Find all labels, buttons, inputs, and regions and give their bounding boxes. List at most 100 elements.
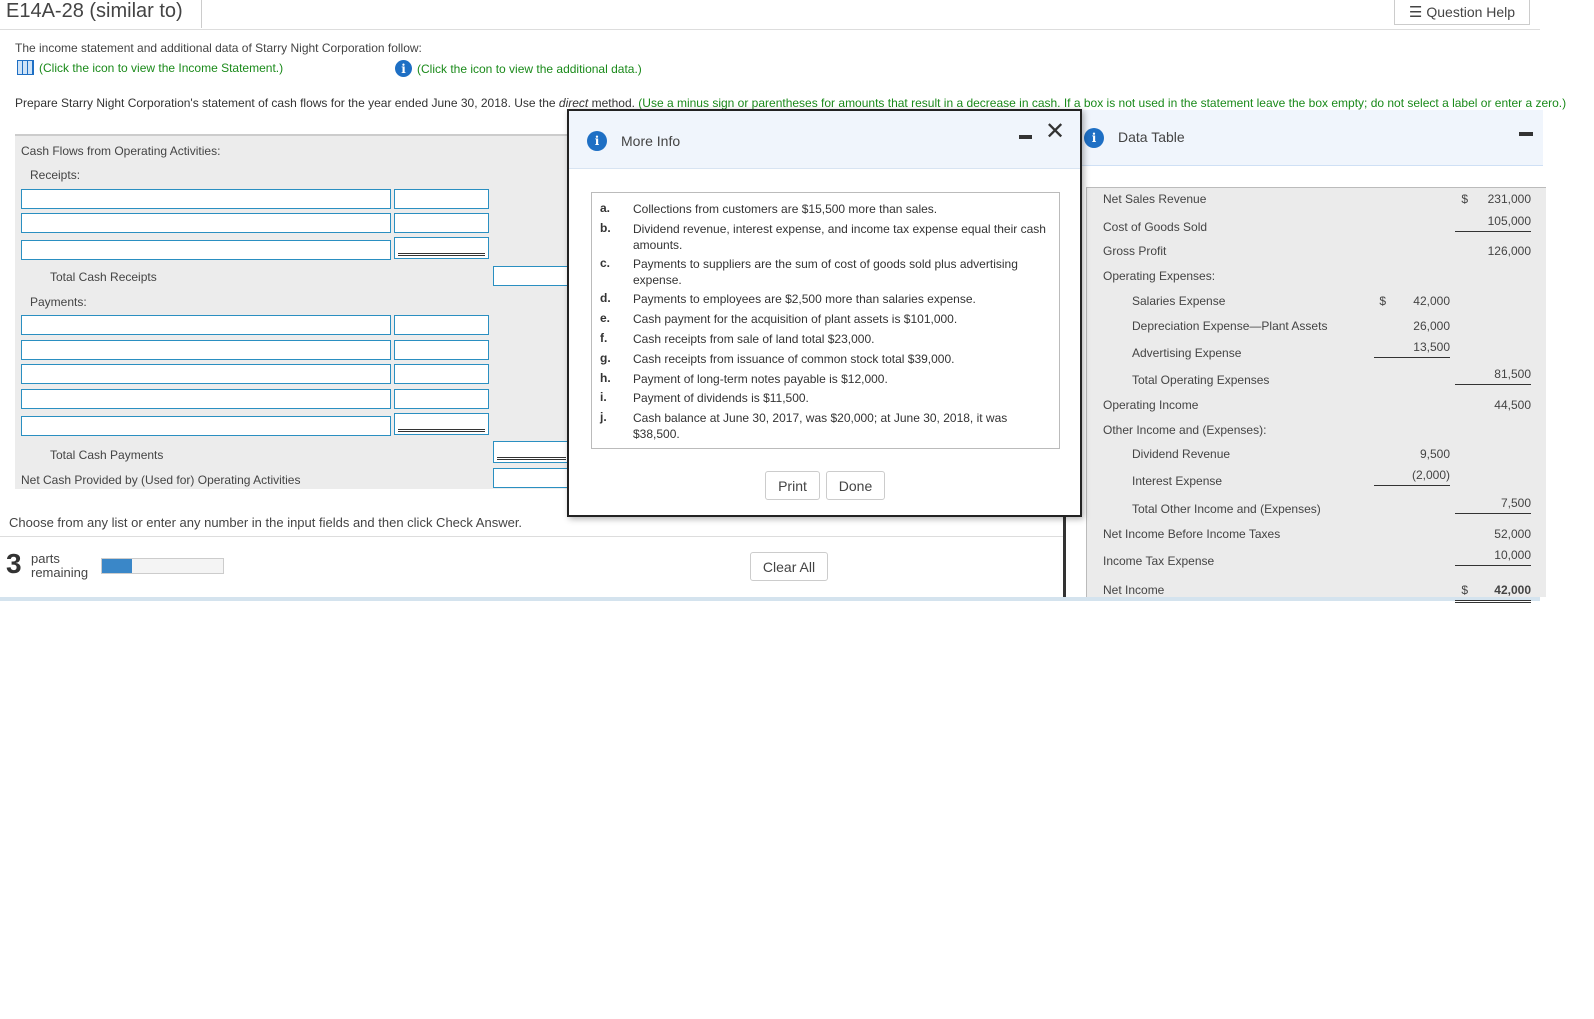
row-label: Depreciation Expense—Plant Assets: [1132, 319, 1328, 333]
data-table-title: Data Table: [1118, 129, 1185, 145]
note-key: d.: [600, 291, 611, 305]
income-link-text: (Click the icon to view the Income State…: [39, 60, 284, 75]
total-payments-input[interactable]: [493, 441, 570, 463]
table-row: Depreciation Expense—Plant Assets 26,000: [1087, 319, 1546, 339]
payment-amount-input-4[interactable]: [394, 389, 489, 409]
table-row: Total Operating Expenses 81,500: [1087, 367, 1546, 393]
additional-data-link[interactable]: i (Click the icon to view the additional …: [395, 60, 642, 77]
clear-all-button[interactable]: Clear All: [750, 552, 828, 581]
row-label: Dividend Revenue: [1132, 447, 1231, 461]
payment-label-select-2[interactable]: [21, 340, 391, 360]
notes-list: a. Collections from customers are $15,500…: [591, 192, 1060, 449]
row-label: Operating Expenses:: [1103, 269, 1216, 283]
underline: [497, 457, 566, 460]
data-link-text: (Click the icon to view the additional d…: [417, 61, 642, 76]
amount-col1: 42,000: [1413, 294, 1450, 308]
note-key: g.: [600, 351, 611, 365]
payment-label-select-1[interactable]: [21, 315, 391, 335]
note-text: Payment of dividends is $11,500.: [633, 391, 809, 405]
note-key: b.: [600, 221, 611, 235]
table-row: Net Income $42,000: [1087, 583, 1546, 603]
table-row: Total Other Income and (Expenses) 7,500: [1087, 496, 1546, 522]
payment-amount-input-2[interactable]: [394, 340, 489, 360]
table-row: Dividend Revenue 9,500: [1087, 447, 1546, 467]
done-button[interactable]: Done: [826, 471, 885, 500]
table-row: Advertising Expense 13,500: [1087, 340, 1546, 366]
amount-col2: 42,000: [1455, 583, 1531, 603]
note-item: e. Cash payment for the acquisition of pl…: [600, 311, 1050, 327]
amount-col1: 13,500: [1374, 340, 1450, 358]
parts-label: parts: [31, 551, 60, 566]
amount-col1: (2,000): [1374, 468, 1450, 486]
amount-col2: 7,500: [1455, 496, 1531, 514]
table-row: Gross Profit 126,000: [1087, 244, 1546, 264]
receipts-label: Receipts:: [30, 168, 81, 182]
total-receipts-input[interactable]: [493, 266, 570, 286]
row-label: Salaries Expense: [1132, 294, 1226, 308]
note-item: d. Payments to employees are $2,500 more …: [600, 291, 1050, 307]
total-receipts-label: Total Cash Receipts: [50, 270, 157, 284]
note-key: e.: [600, 311, 611, 325]
amount-col2: 52,000: [1494, 527, 1531, 541]
data-table-dialog: i Data Table Net Sales Revenue $231,000 Co…: [1063, 110, 1546, 603]
payment-amount-input-5[interactable]: [394, 413, 489, 435]
payment-label-select-4[interactable]: [21, 389, 391, 409]
underline: [398, 429, 485, 432]
receipt-label-select-3[interactable]: [21, 240, 391, 260]
net-cash-input[interactable]: [493, 468, 570, 488]
income-statement-table: Net Sales Revenue $231,000 Cost of Goods S…: [1086, 187, 1546, 603]
note-text: Payment of long-term notes payable is $1…: [633, 372, 888, 386]
print-button[interactable]: Print: [765, 471, 820, 500]
note-text: Payments to employees are $2,500 more th…: [633, 292, 976, 306]
receipt-amount-input-2[interactable]: [394, 213, 489, 233]
receipt-amount-input-1[interactable]: [394, 189, 489, 209]
question-help-button[interactable]: ☰ Question Help: [1394, 0, 1530, 25]
info-icon: i: [587, 131, 607, 151]
note-item: h. Payment of long-term notes payable is …: [600, 371, 1050, 387]
parts-count: 3: [6, 548, 22, 579]
note-key: f.: [600, 331, 608, 345]
more-info-dialog: i More Info ✕ a. Collections from custome…: [567, 109, 1082, 517]
payment-amount-input-3[interactable]: [394, 364, 489, 384]
note-item: a. Collections from customers are $15,500…: [600, 201, 1050, 217]
note-key: c.: [600, 256, 611, 270]
note-item: f. Cash receipts from sale of land total …: [600, 331, 1050, 347]
amount-col1: 26,000: [1413, 319, 1450, 333]
progress-fill: [102, 559, 133, 573]
instructions-text-after: method.: [588, 96, 639, 110]
receipt-amount-input-3[interactable]: [394, 237, 489, 259]
row-label: Gross Profit: [1103, 244, 1167, 258]
row-label: Income Tax Expense: [1103, 554, 1215, 568]
note-text: Cash receipts from sale of land total $2…: [633, 332, 875, 346]
row-label: Total Operating Expenses: [1132, 373, 1270, 387]
data-table-header: i Data Table: [1066, 110, 1543, 166]
table-row: Operating Expenses:: [1087, 269, 1546, 289]
table-row: Income Tax Expense 10,000: [1087, 548, 1546, 574]
payment-label-select-3[interactable]: [21, 364, 391, 384]
receipt-label-select-2[interactable]: [21, 213, 391, 233]
parts-remaining: parts remaining: [31, 552, 88, 580]
table-row: Net Sales Revenue $231,000: [1087, 192, 1546, 212]
minimize-icon[interactable]: [1519, 132, 1533, 136]
income-statement-link[interactable]: (Click the icon to view the Income State…: [17, 60, 283, 75]
divider: [0, 536, 1063, 537]
close-icon[interactable]: ✕: [1045, 117, 1065, 146]
remaining-label: remaining: [31, 565, 89, 580]
divider: [0, 29, 1540, 30]
minimize-icon[interactable]: [1019, 135, 1032, 139]
row-label: Net Income Before Income Taxes: [1103, 527, 1281, 541]
row-label: Operating Income: [1103, 398, 1199, 412]
row-label: Cost of Goods Sold: [1103, 220, 1208, 234]
net-cash-label: Net Cash Provided by (Used for) Operatin…: [21, 473, 301, 487]
amount-col2: 126,000: [1487, 244, 1531, 258]
table-row: Cost of Goods Sold 105,000: [1087, 214, 1546, 240]
receipt-label-select-1[interactable]: [21, 189, 391, 209]
underline: [398, 253, 485, 256]
payment-label-select-5[interactable]: [21, 416, 391, 436]
note-text: Payments to suppliers are the sum of cos…: [633, 257, 1018, 287]
note-key: a.: [600, 201, 611, 215]
amount-col1: 9,500: [1419, 447, 1450, 461]
table-row: Net Income Before Income Taxes 52,000: [1087, 527, 1546, 547]
payment-amount-input-1[interactable]: [394, 315, 489, 335]
note-text: Dividend revenue, interest expense, and …: [633, 222, 1046, 252]
